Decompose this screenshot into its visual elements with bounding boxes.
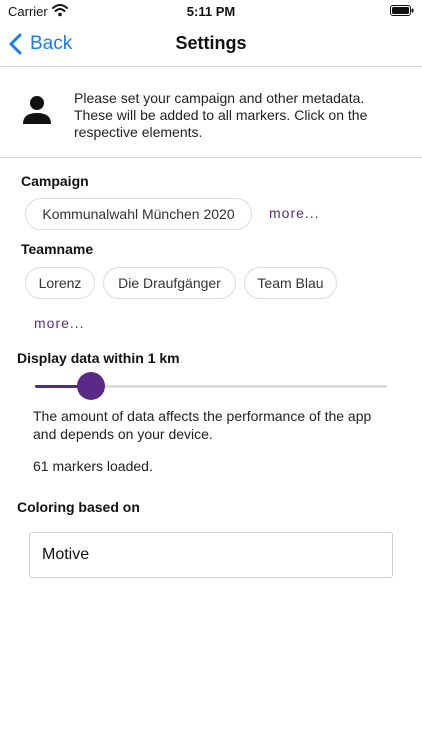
teamname-more-link[interactable]: more... (34, 315, 85, 331)
coloring-select-value: Motive (42, 546, 90, 563)
info-text: Please set your campaign and other metad… (74, 90, 368, 140)
person-icon (23, 96, 51, 124)
battery-icon (390, 5, 414, 16)
status-bar: Carrier 5:11 PM (0, 0, 422, 22)
team-chip-draufgaenger[interactable]: Die Draufgänger (103, 267, 236, 299)
range-slider-thumb[interactable] (77, 372, 106, 400)
coloring-title: Coloring based on (17, 499, 140, 515)
navigation-bar: Back Settings (0, 22, 422, 67)
status-time: 5:11 PM (186, 4, 236, 19)
team-chip-blau[interactable]: Team Blau (244, 267, 337, 299)
markers-loaded-text: 61 markers loaded. (33, 458, 153, 474)
coloring-select[interactable]: Motive (29, 532, 393, 578)
campaign-chip[interactable]: Kommunalwahl München 2020 (25, 198, 252, 230)
page-title: Settings (175, 33, 247, 53)
info-panel: Please set your campaign and other metad… (0, 67, 422, 158)
team-chip-lorenz[interactable]: Lorenz (25, 267, 95, 299)
campaign-more-link[interactable]: more... (269, 205, 320, 221)
performance-note: The amount of data affects the performan… (33, 408, 372, 442)
teamname-title: Teamname (21, 241, 94, 257)
campaign-title: Campaign (21, 173, 89, 189)
display-range-title: Display data within 1 km (17, 350, 180, 366)
